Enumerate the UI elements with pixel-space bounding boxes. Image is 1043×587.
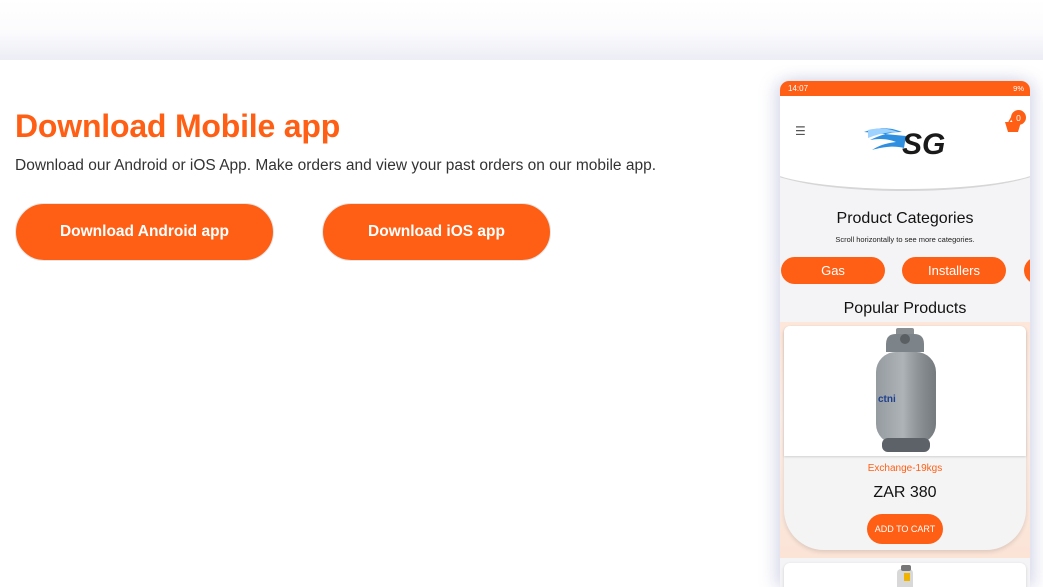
- product-card[interactable]: ctni Exchange-19kgs ZAR 380 ADD TO CART: [784, 326, 1026, 550]
- categories-title: Product Categories: [836, 210, 974, 227]
- product-card-next[interactable]: [784, 563, 1026, 587]
- cart-count-badge: 0: [1011, 110, 1026, 125]
- download-android-button[interactable]: Download Android app: [15, 203, 274, 261]
- section-subtitle: Download our Android or iOS App. Make or…: [15, 157, 657, 174]
- phone-status-bar: 14:07 9%: [780, 81, 1030, 96]
- product-image-area: ctni: [784, 326, 1026, 456]
- categories-hint: Scroll horizontally to see more categori…: [835, 235, 975, 244]
- category-pill-installers[interactable]: Installers: [902, 257, 1006, 284]
- status-battery: 9%: [1013, 84, 1024, 93]
- popular-products-title: Popular Products: [843, 300, 967, 317]
- top-band: [0, 0, 1043, 60]
- menu-icon[interactable]: ☰: [795, 124, 806, 138]
- status-time: 14:07: [788, 84, 809, 93]
- category-pill-more[interactable]: [1024, 257, 1030, 284]
- gas-cylinder-image: ctni: [876, 328, 936, 452]
- product-name: Exchange-19kgs: [867, 463, 943, 474]
- sg-logo: SG: [864, 128, 945, 160]
- svg-text:ctni: ctni: [878, 394, 896, 405]
- product-image-next: [897, 565, 913, 587]
- svg-text:SG: SG: [902, 128, 945, 160]
- add-to-cart-button[interactable]: ADD TO CART: [867, 514, 943, 544]
- section-title: Download Mobile app: [15, 108, 341, 144]
- product-price: ZAR 380: [873, 484, 937, 501]
- category-pill-gas[interactable]: Gas: [781, 257, 885, 284]
- phone-mockup: 14:07 9% ☰ SG 0 Product Categories Scrol…: [780, 81, 1030, 587]
- download-ios-button[interactable]: Download iOS app: [322, 203, 551, 261]
